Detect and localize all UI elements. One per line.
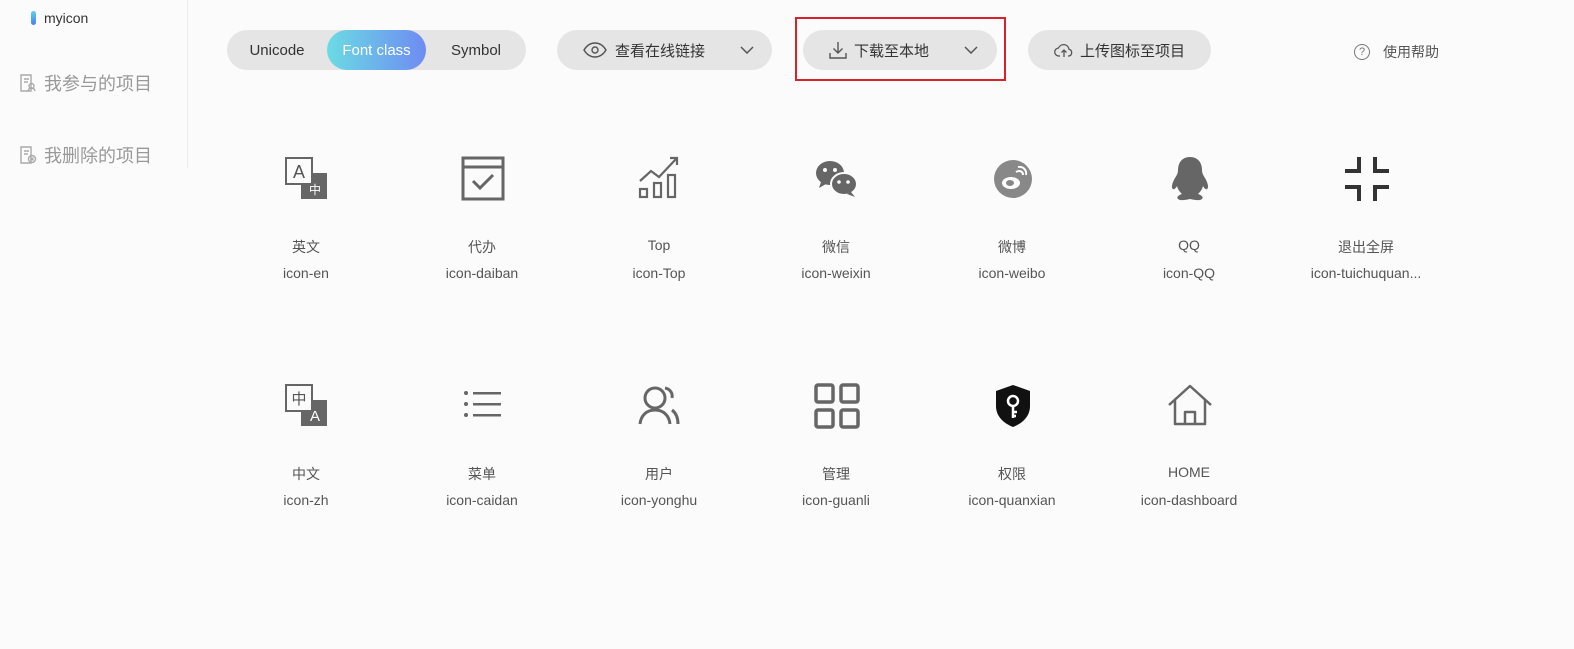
icon-class: icon-dashboard [1140,492,1238,508]
weibo-icon [989,155,1037,203]
participated-projects-icon [20,74,36,92]
icon-class: icon-weixin [801,265,871,281]
upload-icons-button[interactable]: 上传图标至项目 [1028,30,1211,70]
icon-name: Top [647,237,671,253]
icon-name: 菜单 [468,466,496,482]
upload-label: 上传图标至项目 [1080,42,1186,60]
help-link[interactable]: ? 使用帮助 [1354,42,1439,62]
tab-font-class[interactable]: Font class [327,30,426,70]
glyph-letter: A [293,162,305,182]
icon-card-en[interactable]: A 中 英文 icon-en [221,155,391,315]
icon-card-zh[interactable]: 中 A 中文 icon-zh [221,382,391,542]
trend-chart-icon [636,155,684,203]
exit-fullscreen-icon [1343,155,1391,203]
tab-unicode[interactable]: Unicode [227,30,327,70]
tab-symbol[interactable]: Symbol [426,30,526,70]
translate-en-icon: A 中 [283,155,331,203]
icon-class: icon-caidan [446,492,518,508]
icon-card-weibo[interactable]: 微博 icon-weibo [927,155,1097,315]
icon-name: 代办 [468,239,496,255]
icon-class: icon-QQ [1162,265,1216,281]
question-icon: ? [1354,44,1370,60]
download-highlight-frame [795,17,1006,81]
icon-card-guanli[interactable]: 管理 icon-guanli [751,382,921,542]
icon-name: 微博 [998,239,1026,255]
icon-name: 权限 [998,466,1026,482]
icon-card-tuichuquanping[interactable]: 退出全屏 icon-tuichuquan... [1281,155,1451,315]
translate-zh-icon: 中 A [283,382,331,430]
icon-name: HOME [1168,464,1210,480]
icon-card-yonghu[interactable]: 用户 icon-yonghu [574,382,744,542]
icon-class: icon-Top [632,265,686,281]
icon-name: 管理 [822,466,850,482]
icon-class: icon-guanli [802,492,870,508]
icon-class: icon-quanxian [968,492,1056,508]
menu-list-icon [459,382,507,430]
eye-icon [583,42,607,58]
todo-check-icon [459,155,507,203]
project-name: myicon [44,10,89,26]
sidebar-link-deleted-projects[interactable]: 我删除的项目 [18,144,152,166]
format-segmented-control: Unicode Font class Symbol [227,30,526,70]
glyph-letter: 中 [309,182,321,197]
icon-class: icon-en [283,265,329,281]
help-label: 使用帮助 [1383,44,1439,60]
project-color-bar [31,11,36,25]
project-item-myicon[interactable]: myicon [31,9,88,27]
icon-name: 微信 [822,239,850,255]
icon-class: icon-tuichuquan... [1310,265,1422,281]
deleted-projects-icon [20,146,37,164]
icon-class: icon-weibo [978,265,1046,281]
icon-card-quanxian[interactable]: 权限 icon-quanxian [927,382,1097,542]
grid-manage-icon [813,382,861,430]
icon-card-caidan[interactable]: 菜单 icon-caidan [397,382,567,542]
icon-class: icon-zh [283,492,329,508]
icon-card-daiban[interactable]: 代办 icon-daiban [397,155,567,315]
icon-name: 英文 [292,239,320,255]
shield-key-icon [989,382,1037,430]
icon-name: 用户 [645,466,673,482]
icon-card-top[interactable]: Top icon-Top [574,155,744,315]
view-online-link-button[interactable]: 查看在线链接 [557,30,772,70]
sidebar-link-label: 我删除的项目 [44,146,152,166]
chevron-down-icon[interactable] [740,46,754,54]
icon-name: QQ [1178,237,1200,253]
qq-icon [1166,155,1214,203]
home-icon [1166,382,1214,430]
wechat-icon [813,155,861,203]
sidebar: myicon 我参与的项目 我删除的项目 [0,0,188,168]
icon-name: 中文 [292,466,320,482]
view-online-link-label: 查看在线链接 [615,42,706,60]
user-icon [636,382,684,430]
cloud-upload-icon [1054,44,1073,57]
icon-class: icon-yonghu [620,492,698,508]
glyph-letter: 中 [291,390,306,408]
glyph-letter: A [310,408,320,425]
sidebar-link-participated-projects[interactable]: 我参与的项目 [18,72,152,94]
icon-card-qq[interactable]: QQ icon-QQ [1104,155,1274,315]
icon-class: icon-daiban [445,265,519,281]
icon-name: 退出全屏 [1338,239,1394,255]
sidebar-link-label: 我参与的项目 [44,74,152,94]
icon-card-dashboard[interactable]: HOME icon-dashboard [1104,382,1274,542]
icon-card-weixin[interactable]: 微信 icon-weixin [751,155,921,315]
